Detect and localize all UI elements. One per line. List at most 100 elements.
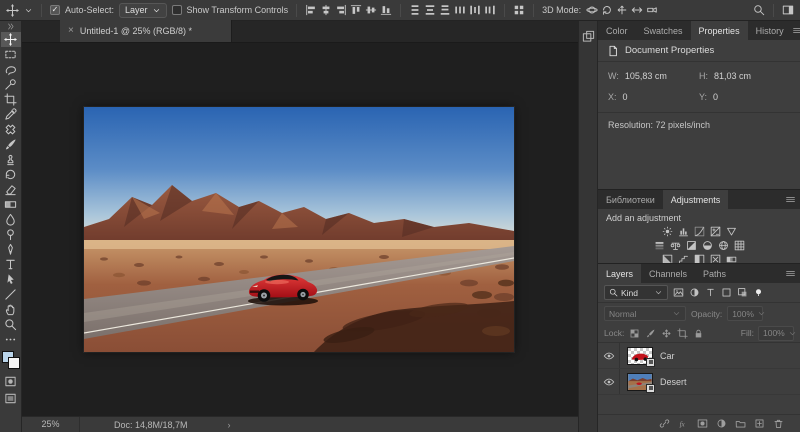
auto-select-checkbox[interactable]: ✓ bbox=[50, 5, 60, 15]
gradient-map-icon[interactable] bbox=[726, 254, 737, 263]
search-icon[interactable] bbox=[753, 4, 765, 16]
fill-field[interactable]: 100% bbox=[758, 325, 795, 341]
layer-row-desert[interactable]: Desert bbox=[598, 369, 800, 395]
pan-3d-icon[interactable] bbox=[616, 4, 628, 16]
brightness-contrast-icon[interactable] bbox=[662, 226, 673, 237]
type-filter-icon[interactable] bbox=[705, 287, 716, 298]
layer-thumbnail-desert[interactable] bbox=[627, 372, 655, 393]
tab-channels[interactable]: Channels bbox=[641, 264, 695, 283]
channel-mixer-icon[interactable] bbox=[718, 240, 729, 251]
exposure-icon[interactable] bbox=[710, 226, 721, 237]
tab-properties[interactable]: Properties bbox=[690, 21, 748, 40]
workspace-switcher-icon[interactable] bbox=[782, 4, 794, 16]
tools-collapse-icon[interactable] bbox=[6, 21, 15, 32]
color-lookup-icon[interactable] bbox=[734, 240, 745, 251]
lasso-tool[interactable] bbox=[1, 62, 21, 77]
x-field[interactable]: X: 0 bbox=[608, 92, 699, 102]
camera-3d-icon[interactable] bbox=[646, 4, 658, 16]
gradient-tool[interactable] bbox=[1, 197, 21, 212]
brush-tool[interactable] bbox=[1, 137, 21, 152]
align-middle-icon[interactable] bbox=[365, 4, 377, 16]
panel-menu-icon[interactable] bbox=[792, 25, 800, 36]
smart-object-filter-icon[interactable] bbox=[737, 287, 748, 298]
new-layer-icon[interactable] bbox=[754, 418, 765, 429]
align-bottom-icon[interactable] bbox=[380, 4, 392, 16]
new-adjustment-icon[interactable] bbox=[716, 418, 727, 429]
tab-paths[interactable]: Paths bbox=[695, 264, 734, 283]
align-right-icon[interactable] bbox=[335, 4, 347, 16]
hue-saturation-icon[interactable] bbox=[654, 240, 665, 251]
black-white-icon[interactable] bbox=[686, 240, 697, 251]
blur-tool[interactable] bbox=[1, 212, 21, 227]
layer-row-car[interactable]: Car bbox=[598, 343, 800, 369]
healing-tool[interactable] bbox=[1, 122, 21, 137]
collapsed-panel-icon[interactable] bbox=[582, 30, 595, 43]
panel-menu-icon[interactable] bbox=[785, 194, 796, 205]
layer-mask-icon[interactable] bbox=[697, 418, 708, 429]
close-tab-icon[interactable]: × bbox=[68, 26, 74, 36]
visibility-eye-icon[interactable] bbox=[598, 343, 620, 368]
path-select-tool[interactable] bbox=[1, 272, 21, 287]
ellipsis-tool[interactable] bbox=[1, 332, 21, 347]
layer-thumbnail-car[interactable] bbox=[627, 346, 655, 367]
quick-mask-icon[interactable] bbox=[4, 375, 17, 388]
eraser-tool[interactable] bbox=[1, 182, 21, 197]
filter-toggle-icon[interactable] bbox=[753, 287, 764, 298]
distribute-center-h-icon[interactable] bbox=[469, 4, 481, 16]
distribute-right-icon[interactable] bbox=[484, 4, 496, 16]
zoom-tool[interactable] bbox=[1, 317, 21, 332]
filter-kind-dropdown[interactable]: Kind bbox=[604, 285, 668, 300]
align-left-icon[interactable] bbox=[305, 4, 317, 16]
pen-tool[interactable] bbox=[1, 242, 21, 257]
screen-mode-icon[interactable] bbox=[4, 392, 17, 405]
link-layers-icon[interactable] bbox=[659, 418, 670, 429]
background-color-swatch[interactable] bbox=[7, 357, 20, 369]
marquee-tool[interactable] bbox=[1, 47, 21, 62]
vibrance-icon[interactable] bbox=[726, 226, 737, 237]
selective-color-icon[interactable] bbox=[710, 254, 721, 263]
distribute-spacing-icon[interactable] bbox=[513, 4, 525, 16]
photo-filter-icon[interactable] bbox=[702, 240, 713, 251]
tab-adjustments[interactable]: Adjustments bbox=[662, 190, 729, 209]
distribute-middle-icon[interactable] bbox=[424, 4, 436, 16]
roll-3d-icon[interactable] bbox=[601, 4, 613, 16]
distribute-top-icon[interactable] bbox=[409, 4, 421, 16]
width-field[interactable]: W: 105,83 cm bbox=[608, 71, 699, 81]
align-top-icon[interactable] bbox=[350, 4, 362, 16]
show-transform-checkbox[interactable] bbox=[171, 5, 182, 15]
y-field[interactable]: Y: 0 bbox=[699, 92, 790, 102]
orbit-3d-icon[interactable] bbox=[586, 4, 598, 16]
line-tool[interactable] bbox=[1, 287, 21, 302]
threshold-icon[interactable] bbox=[694, 254, 705, 263]
lock-transparent-icon[interactable] bbox=[629, 328, 640, 339]
posterize-icon[interactable] bbox=[678, 254, 689, 263]
auto-select-target-dropdown[interactable]: Layer bbox=[119, 2, 167, 18]
opacity-field[interactable]: 100% bbox=[727, 306, 765, 321]
visibility-eye-icon[interactable] bbox=[598, 369, 620, 394]
status-expand-chevron[interactable]: › bbox=[228, 420, 231, 430]
panel-menu-icon[interactable] bbox=[785, 268, 796, 279]
zoom-level-field[interactable]: 25% bbox=[22, 417, 80, 432]
lock-artboard-icon[interactable] bbox=[677, 327, 688, 339]
dodge-tool[interactable] bbox=[1, 227, 21, 242]
shape-filter-icon[interactable] bbox=[721, 287, 732, 298]
document-tab[interactable]: × Untitled-1 @ 25% (RGB/8) * bbox=[60, 20, 232, 42]
tab-layers[interactable]: Layers bbox=[598, 264, 642, 283]
distribute-left-icon[interactable] bbox=[454, 4, 466, 16]
blend-mode-dropdown[interactable]: Normal bbox=[604, 306, 686, 321]
color-balance-icon[interactable] bbox=[670, 240, 681, 251]
lock-paint-icon[interactable] bbox=[645, 328, 656, 339]
layer-effects-icon[interactable]: fx bbox=[678, 418, 689, 429]
clone-stamp-tool[interactable] bbox=[1, 152, 21, 167]
levels-icon[interactable] bbox=[678, 226, 689, 237]
height-field[interactable]: H: 81,03 cm bbox=[699, 71, 790, 81]
distribute-bottom-icon[interactable] bbox=[439, 4, 451, 16]
align-center-h-icon[interactable] bbox=[320, 4, 332, 16]
image-filter-icon[interactable] bbox=[673, 287, 684, 298]
slide-3d-icon[interactable] bbox=[631, 4, 643, 16]
tab-libraries[interactable]: Библиотеки bbox=[598, 190, 663, 209]
lock-all-icon[interactable] bbox=[693, 328, 704, 339]
lock-move-icon[interactable] bbox=[661, 328, 672, 339]
crop-tool[interactable] bbox=[1, 92, 21, 107]
hand-tool[interactable] bbox=[1, 302, 21, 317]
